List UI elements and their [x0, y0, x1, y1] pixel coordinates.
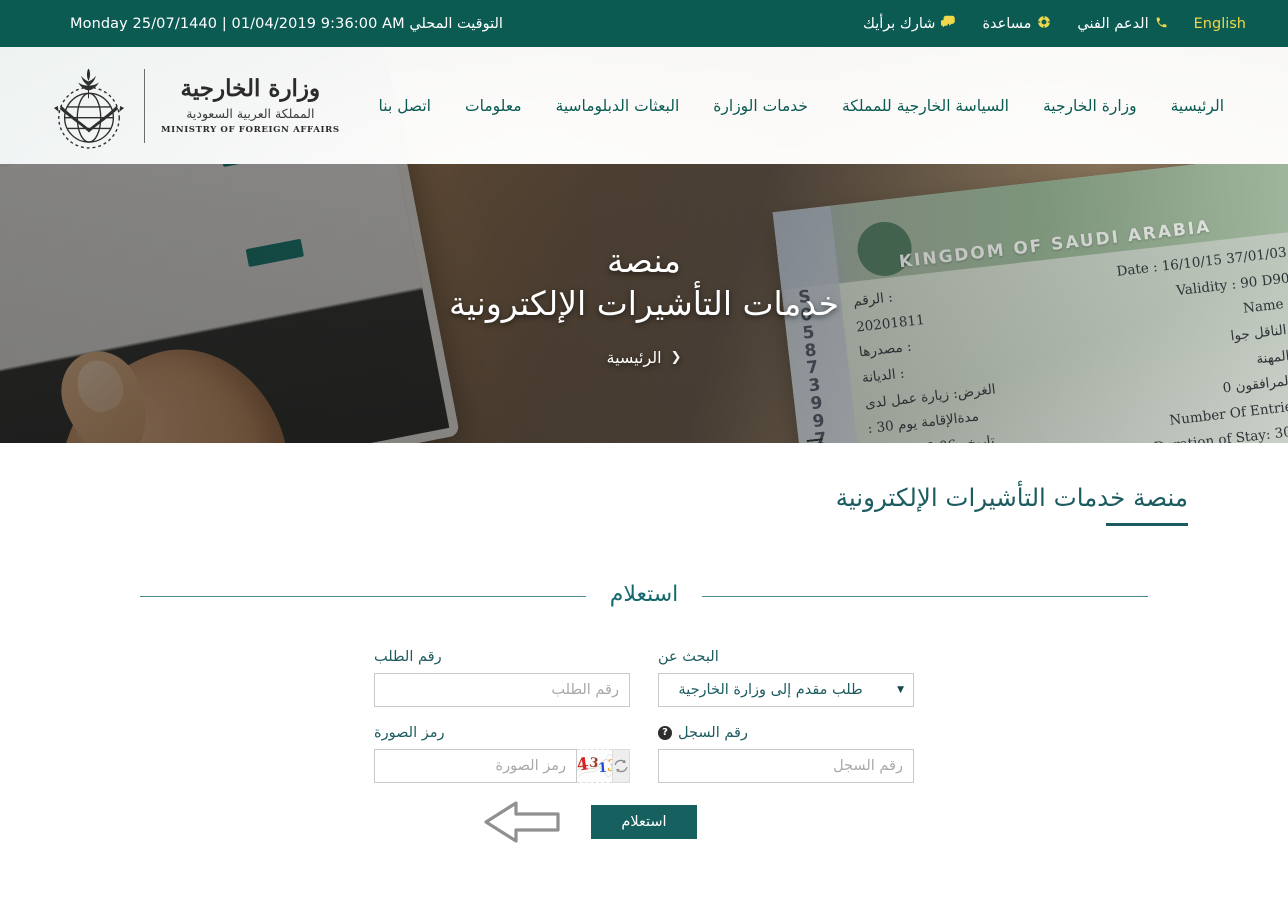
field-captcha: رمز الصورة 4 3 1 3 رمز الصورة — [374, 725, 630, 783]
logo-text-block: وزارة الخارجية المملكة العربية السعودية … — [161, 75, 340, 135]
main-content: منصة خدمات التأشيرات الإلكترونية استعلام… — [0, 443, 1288, 843]
nav-item-diplomatic-missions[interactable]: البعثات الدبلوماسية — [554, 93, 682, 119]
request-number-input[interactable] — [374, 673, 630, 707]
language-switch-link[interactable]: English — [1194, 16, 1246, 32]
hero-title-line-2: خدمات التأشيرات الإلكترونية — [449, 284, 839, 323]
nav-item-contact-us[interactable]: اتصل بنا — [377, 93, 433, 119]
captcha-input[interactable] — [374, 749, 577, 783]
page-title-wrapper: منصة خدمات التأشيرات الإلكترونية — [100, 443, 1189, 526]
form-row-1: البحث عن ▼ طلب مقدم إلى وزارة الخارجية ر… — [374, 649, 914, 707]
nav-item-information[interactable]: معلومات — [463, 93, 524, 119]
comment-icon — [941, 15, 956, 32]
submit-row: استعلام — [374, 801, 914, 843]
nav-item-home[interactable]: الرئيسية — [1169, 93, 1226, 119]
field-search-for: البحث عن ▼ طلب مقدم إلى وزارة الخارجية — [658, 649, 914, 707]
saudi-emblem-icon — [50, 63, 128, 149]
hero-content: منصة خدمات التأشيرات الإلكترونية ❮ الرئي… — [0, 164, 1288, 443]
local-datetime: التوقيت المحلي Monday 25/07/1440 | 01/04… — [70, 15, 503, 32]
search-for-label: البحث عن — [658, 649, 719, 665]
record-number-label-text: رقم السجل — [678, 725, 748, 741]
nav-item-foreign-policy[interactable]: السياسة الخارجية للمملكة — [840, 93, 1011, 119]
section-title-inquiry: استعلام — [609, 582, 679, 607]
chevron-left-icon: ❮ — [670, 350, 682, 366]
section-rule-left — [139, 596, 586, 597]
site-header: الرئيسية وزارة الخارجية السياسة الخارجية… — [0, 47, 1288, 164]
captcha-group: 4 3 1 3 1 5 — [374, 749, 630, 783]
hero-title-line-1: منصة — [607, 240, 681, 280]
inquiry-form: البحث عن ▼ طلب مقدم إلى وزارة الخارجية ر… — [374, 649, 914, 843]
topbar-links: English الدعم الفني مساعدة شارك برأيك — [863, 15, 1260, 32]
captcha-char: 3 — [606, 755, 612, 776]
nav-item-services[interactable]: خدمات الوزارة — [711, 93, 810, 119]
share-opinion-label: شارك برأيك — [862, 15, 936, 32]
technical-support-link[interactable]: الدعم الفني — [1077, 16, 1167, 32]
hero-banner: KINGDOM OF SAUDI ARABIA S05873997 Date :… — [0, 164, 1288, 443]
form-row-2: رقم السجل ? رمز الصورة — [374, 725, 914, 783]
section-rule-right — [702, 596, 1148, 597]
help-link[interactable]: مساعدة — [982, 15, 1052, 32]
help-icon[interactable]: ? — [658, 726, 672, 740]
record-number-input[interactable] — [658, 749, 914, 783]
page-title: منصة خدمات التأشيرات الإلكترونية — [836, 483, 1189, 526]
breadcrumb-item-home[interactable]: الرئيسية — [607, 348, 662, 367]
share-opinion-link[interactable]: شارك برأيك — [863, 15, 956, 32]
captcha-label: رمز الصورة — [374, 725, 445, 741]
search-for-select[interactable]: ▼ طلب مقدم إلى وزارة الخارجية — [658, 673, 914, 707]
ministry-logo[interactable]: وزارة الخارجية المملكة العربية السعودية … — [40, 63, 340, 149]
refresh-icon[interactable] — [612, 749, 630, 783]
request-number-label: رقم الطلب — [374, 649, 442, 665]
field-record-number: رقم السجل ? — [658, 725, 914, 783]
section-header: استعلام — [100, 582, 1188, 611]
logo-arabic-secondary: المملكة العربية السعودية — [186, 106, 315, 122]
lifebuoy-icon — [1037, 15, 1052, 32]
field-request-number: رقم الطلب — [374, 649, 630, 707]
record-number-label: رقم السجل ? — [658, 725, 914, 741]
inquiry-submit-button[interactable]: استعلام — [591, 805, 697, 839]
phone-icon — [1155, 16, 1168, 32]
captcha-char: 4 — [577, 753, 590, 776]
search-for-selected-value: طلب مقدم إلى وزارة الخارجية — [678, 682, 863, 698]
captcha-image: 4 3 1 3 1 5 — [577, 749, 612, 783]
breadcrumb: ❮ الرئيسية — [607, 348, 682, 367]
top-utility-bar: English الدعم الفني مساعدة شارك برأيك ال… — [0, 0, 1288, 47]
logo-english-text: MINISTRY OF FOREIGN AFFAIRS — [161, 124, 340, 135]
nav-item-ministry[interactable]: وزارة الخارجية — [1041, 93, 1139, 119]
logo-arabic-primary: وزارة الخارجية — [180, 75, 321, 103]
chevron-down-icon: ▼ — [897, 685, 904, 695]
main-navigation: الرئيسية وزارة الخارجية السياسة الخارجية… — [377, 93, 1266, 119]
help-label: مساعدة — [982, 15, 1032, 32]
logo-divider — [144, 68, 145, 143]
left-arrow-annotation-icon — [482, 799, 562, 849]
technical-support-label: الدعم الفني — [1077, 15, 1149, 32]
